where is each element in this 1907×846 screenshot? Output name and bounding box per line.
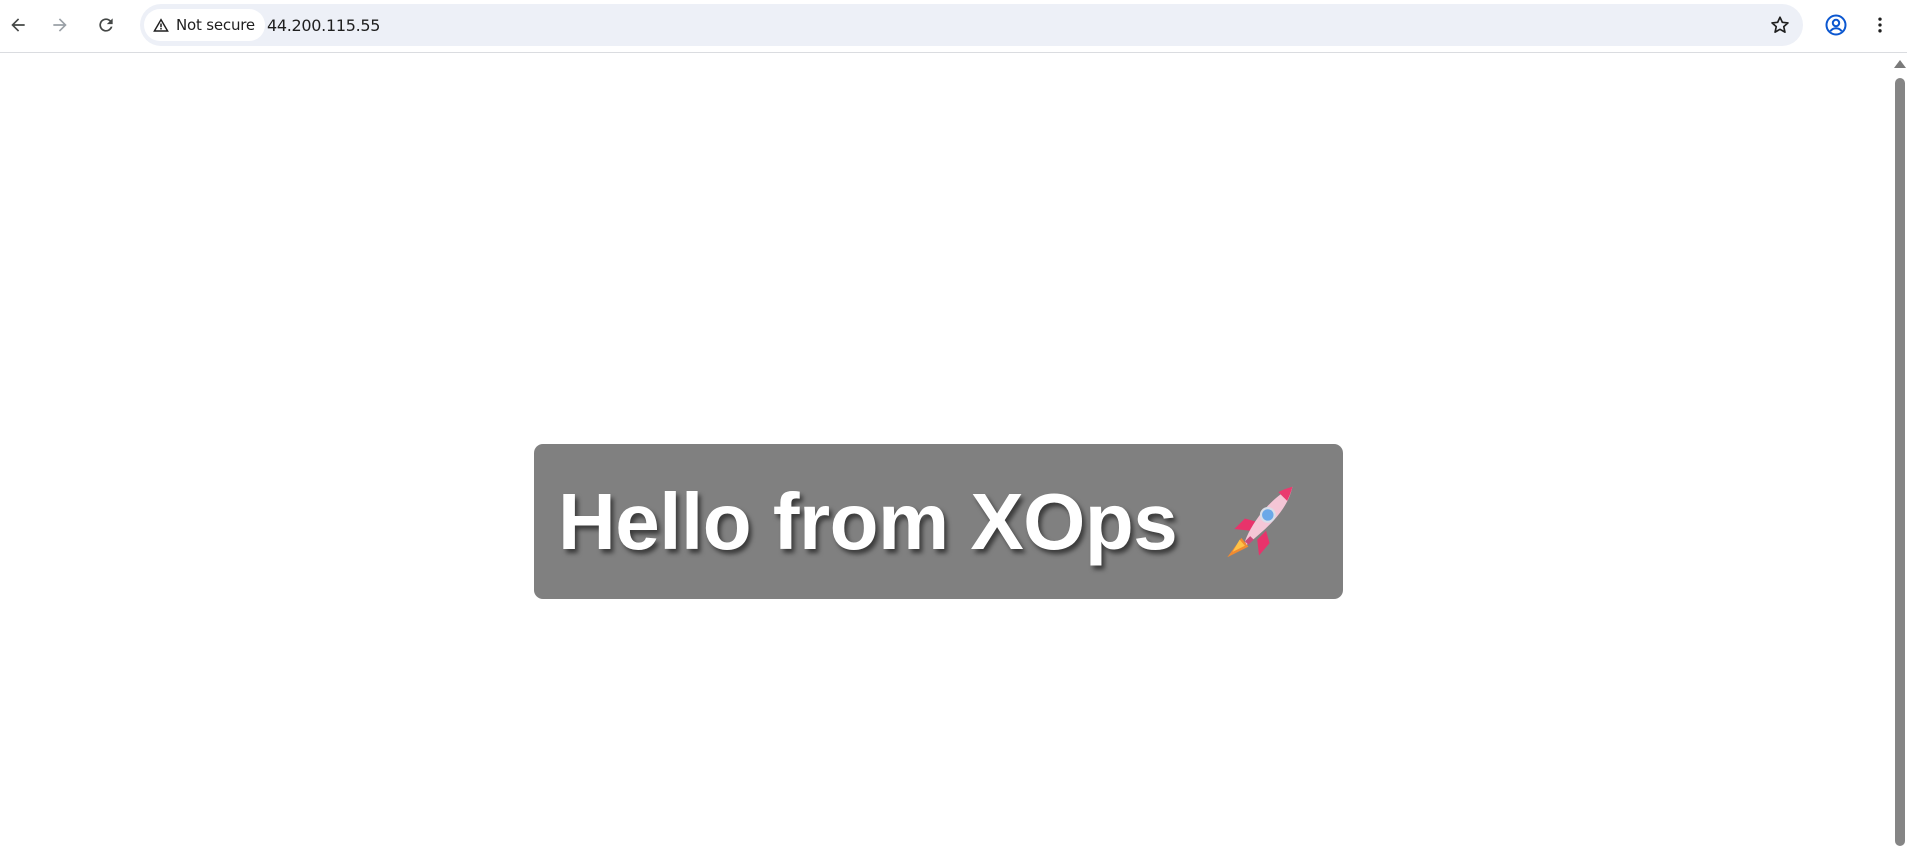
vertical-scrollbar[interactable] [1892, 54, 1907, 846]
rocket-icon [1227, 486, 1293, 557]
address-bar[interactable]: Not secure 44.200.115.55 [140, 4, 1803, 46]
kebab-menu-icon [1878, 17, 1882, 33]
scroll-up-arrow-icon[interactable] [1894, 60, 1906, 68]
reload-button[interactable] [88, 7, 124, 43]
hero-banner: Hello from XOps [534, 444, 1343, 599]
back-button[interactable] [0, 7, 36, 43]
browser-toolbar: Not secure 44.200.115.55 [0, 0, 1907, 53]
hero-heading: Hello from XOps [558, 476, 1178, 566]
forward-button[interactable] [42, 7, 78, 43]
forward-arrow-icon [53, 18, 67, 32]
security-indicator[interactable]: Not secure [144, 9, 265, 41]
bookmark-button[interactable] [1762, 7, 1798, 43]
warning-triangle-icon [153, 18, 169, 32]
url-text[interactable]: 44.200.115.55 [267, 16, 380, 35]
scroll-thumb[interactable] [1895, 78, 1905, 846]
back-arrow-icon [11, 18, 25, 32]
profile-icon [1825, 14, 1847, 36]
browser-menu-button[interactable] [1862, 7, 1898, 43]
star-icon [1771, 16, 1789, 33]
reload-icon [99, 18, 113, 32]
security-label: Not secure [176, 16, 255, 34]
profile-button[interactable] [1818, 7, 1854, 43]
